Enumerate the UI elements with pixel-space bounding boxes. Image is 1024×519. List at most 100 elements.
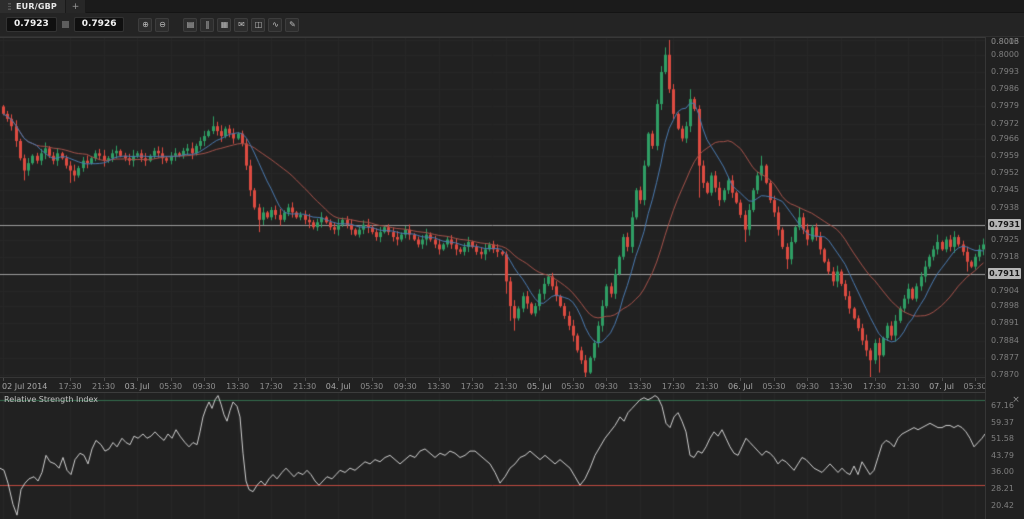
time-axis-label: 09:30 <box>394 382 417 391</box>
time-axis-tick <box>707 378 708 381</box>
time-axis-tick <box>807 378 808 381</box>
time-axis-tick <box>372 378 373 381</box>
trading-app-window: EUR/GBP + 0.7923 0.7926 ⊕⊖ ▤‖▦✉◫∿✎ 02 Ju… <box>0 0 1024 519</box>
price-line-badge[interactable]: 0.7931 <box>988 219 1021 230</box>
price-axis-label: 0.7884 <box>991 336 1019 345</box>
time-axis-label: 05:30 <box>360 382 383 391</box>
toolbar: 0.7923 0.7926 ⊕⊖ ▤‖▦✉◫∿✎ <box>0 13 1024 37</box>
time-axis-label: 05:30 <box>762 382 785 391</box>
time-axis-tick <box>271 378 272 381</box>
rsi-axis-label: 20.42 <box>991 501 1014 510</box>
rsi-axis-label: 51.58 <box>991 434 1014 443</box>
time-axis-label: 17:30 <box>461 382 484 391</box>
time-axis-tick <box>740 378 741 381</box>
toolbar-button-templates[interactable]: ▦ <box>217 18 231 32</box>
price-axis-label: 0.7918 <box>991 252 1019 261</box>
templates-icon: ▦ <box>221 20 229 29</box>
time-axis-label: 21:30 <box>897 382 920 391</box>
time-axis-tick <box>3 378 4 381</box>
price-canvas[interactable] <box>0 38 985 378</box>
price-chart-pane[interactable] <box>0 37 985 377</box>
time-axis-tick <box>539 378 540 381</box>
time-axis-label: 17:30 <box>662 382 685 391</box>
time-axis-tick <box>774 378 775 381</box>
time-axis-tick <box>640 378 641 381</box>
time-axis-label: 21:30 <box>494 382 517 391</box>
price-line-badge[interactable]: 0.7911 <box>988 268 1021 279</box>
tab-label: EUR/GBP <box>16 2 57 11</box>
price-axis-label: 0.7898 <box>991 301 1019 310</box>
time-axis-tick <box>204 378 205 381</box>
time-axis-label: 04. Jul <box>326 382 351 391</box>
drawing-tools-icon: ✎ <box>289 20 296 29</box>
toolbar-button-zoom-out[interactable]: ⊖ <box>155 18 169 32</box>
price-axis-label: 0.7877 <box>991 353 1019 362</box>
toolbar-button-drawing-tools[interactable]: ✎ <box>285 18 299 32</box>
duplicate-chart-icon: ◫ <box>255 20 263 29</box>
toolbar-button-duplicate-chart[interactable]: ◫ <box>251 18 265 32</box>
zoom-in-icon: ⊕ <box>142 20 149 29</box>
price-axis-label: 0.7925 <box>991 235 1019 244</box>
price-axis-label: 0.7993 <box>991 67 1019 76</box>
toolbar-button-alerts[interactable]: ✉ <box>234 18 248 32</box>
time-axis-tick <box>573 378 574 381</box>
spread-indicator <box>62 21 69 28</box>
time-axis[interactable]: 02 Jul 2014 17:30 21:30 03. Jul 05:30 09:30 13… <box>0 377 1024 392</box>
time-axis-tick <box>171 378 172 381</box>
right-axis[interactable]: 0.80130.80060.80000.79930.79860.79790.79… <box>985 37 1024 519</box>
price-axis-label: 0.7891 <box>991 318 1019 327</box>
rsi-axis-label: 36.00 <box>991 467 1014 476</box>
price-axis-label: 0.7904 <box>991 286 1019 295</box>
rsi-axis-label: 59.37 <box>991 418 1014 427</box>
time-axis-label: 05. Jul <box>527 382 552 391</box>
toolbar-button-zoom-in[interactable]: ⊕ <box>138 18 152 32</box>
price-axis-label: 0.7938 <box>991 203 1019 212</box>
rsi-canvas[interactable] <box>0 393 985 519</box>
time-axis-label: 13:30 <box>427 382 450 391</box>
price-axis-label: 0.8006 <box>991 37 1019 46</box>
price-axis-label: 0.7986 <box>991 84 1019 93</box>
time-axis-tick <box>472 378 473 381</box>
tab-grip-icon <box>8 3 11 10</box>
rsi-title: Relative Strength Index <box>4 395 98 404</box>
price-axis-label: 0.8000 <box>991 50 1019 59</box>
time-axis-label: 21:30 <box>293 382 316 391</box>
time-axis-tick <box>104 378 105 381</box>
chart-tools-group: ▤ ‖ ▦ ✉ ◫ ∿ ✎ <box>183 18 299 32</box>
time-axis-label: 07. Jul <box>929 382 954 391</box>
rsi-axis-label: 43.79 <box>991 451 1014 460</box>
time-axis-label: 17:30 <box>260 382 283 391</box>
toolbar-button-indicators[interactable]: ‖ <box>200 18 214 32</box>
ask-quote-button[interactable]: 0.7926 <box>74 17 125 32</box>
time-axis-label: 05:30 <box>964 382 987 391</box>
time-axis-label: 21:30 <box>92 382 115 391</box>
price-axis-label: 0.7945 <box>991 185 1019 194</box>
time-axis-label: 03. Jul <box>125 382 150 391</box>
time-axis-label: 21:30 <box>695 382 718 391</box>
rsi-pane[interactable]: Relative Strength Index <box>0 392 985 519</box>
indicators-icon: ‖ <box>205 20 209 29</box>
rsi-axis-label: 28.21 <box>991 484 1014 493</box>
price-axis-label: 0.7952 <box>991 168 1019 177</box>
new-tab-button[interactable]: + <box>66 0 86 13</box>
time-axis-label: 09:30 <box>193 382 216 391</box>
plus-icon: + <box>72 2 80 12</box>
price-axis-label: 0.7966 <box>991 134 1019 143</box>
line-chart-icon: ∿ <box>272 20 279 29</box>
rsi-close-button[interactable]: × <box>1010 394 1022 406</box>
time-axis-tick <box>405 378 406 381</box>
chart-type-icon: ▤ <box>187 20 195 29</box>
toolbar-button-chart-type[interactable]: ▤ <box>183 18 197 32</box>
time-axis-label: 02 Jul 2014 <box>2 382 47 391</box>
time-axis-tick <box>305 378 306 381</box>
tab-eurgbp[interactable]: EUR/GBP <box>0 0 66 13</box>
alerts-icon: ✉ <box>238 20 245 29</box>
toolbar-button-line-chart[interactable]: ∿ <box>268 18 282 32</box>
zoom-button-group: ⊕⊖ <box>138 18 169 32</box>
time-axis-tick <box>606 378 607 381</box>
time-axis-label: 05:30 <box>561 382 584 391</box>
time-axis-label: 13:30 <box>628 382 651 391</box>
bid-quote-button[interactable]: 0.7923 <box>6 17 57 32</box>
price-axis-label: 0.7870 <box>991 370 1019 379</box>
time-axis-label: 17:30 <box>59 382 82 391</box>
